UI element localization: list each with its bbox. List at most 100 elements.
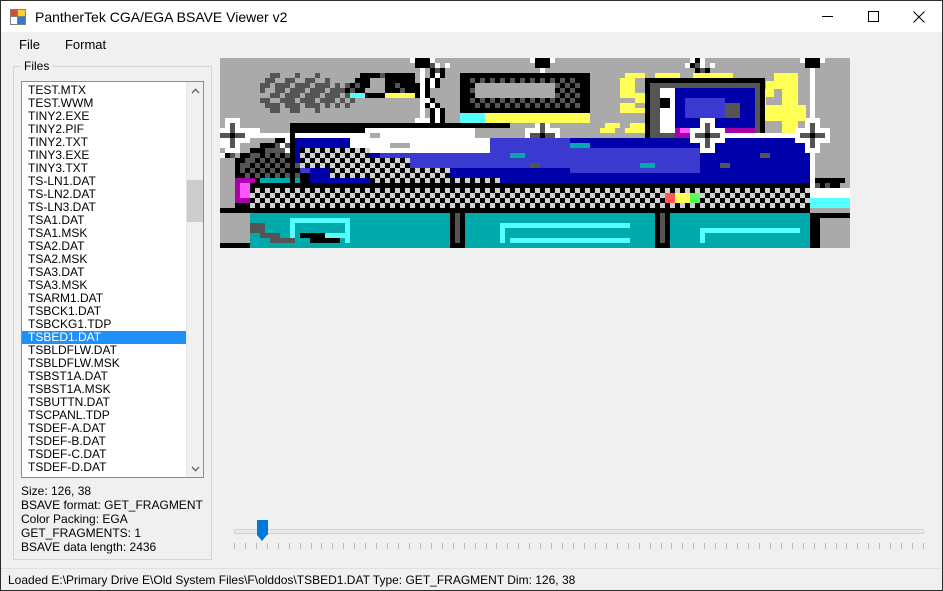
scroll-down-button[interactable] bbox=[187, 460, 203, 477]
trackbar-tick bbox=[595, 543, 596, 549]
trackbar-tick bbox=[431, 543, 432, 549]
info-color-packing: Color Packing: EGA bbox=[21, 512, 128, 526]
trackbar-tick bbox=[671, 543, 672, 549]
chevron-down-icon bbox=[191, 466, 200, 472]
trackbar-tick bbox=[496, 543, 497, 549]
trackbar-tick bbox=[453, 543, 454, 549]
trackbar-tick bbox=[234, 543, 235, 549]
trackbar-tick bbox=[256, 543, 257, 549]
trackbar-tick bbox=[803, 543, 804, 549]
close-icon bbox=[913, 10, 925, 23]
trackbar-tick bbox=[682, 543, 683, 549]
trackbar-tick bbox=[825, 543, 826, 549]
trackbar-tick bbox=[573, 543, 574, 549]
minimize-button[interactable] bbox=[804, 1, 850, 32]
status-bar: Loaded E:\Primary Drive E\Old System Fil… bbox=[1, 568, 942, 590]
trackbar-tick bbox=[726, 543, 727, 549]
trackbar-tick bbox=[332, 543, 333, 549]
file-info-panel: Size: 126, 38 BSAVE format: GET_FRAGMENT… bbox=[21, 484, 204, 554]
trackbar-tick bbox=[354, 543, 355, 549]
trackbar-tick bbox=[486, 543, 487, 549]
trackbar-tick bbox=[879, 543, 880, 549]
trackbar-tick bbox=[245, 543, 246, 549]
menu-item-file[interactable]: File bbox=[9, 34, 50, 55]
trackbar-tick bbox=[715, 543, 716, 549]
trackbar-tick bbox=[518, 543, 519, 549]
scrollbar-thumb[interactable] bbox=[187, 180, 203, 222]
trackbar-tick bbox=[650, 543, 651, 549]
trackbar-tick bbox=[923, 543, 924, 549]
scroll-up-button[interactable] bbox=[187, 82, 203, 99]
app-window: PantherTek CGA/EGA BSAVE Viewer v2 File … bbox=[0, 0, 943, 591]
maximize-icon bbox=[867, 11, 879, 22]
trackbar-tick bbox=[562, 543, 563, 549]
bsave-image-canvas bbox=[220, 58, 850, 248]
menu-item-format[interactable]: Format bbox=[55, 34, 116, 55]
trackbar-tick bbox=[606, 543, 607, 549]
trackbar-tick bbox=[693, 543, 694, 549]
chevron-up-icon bbox=[191, 87, 200, 93]
menu-bar: File Format bbox=[1, 32, 942, 56]
close-button[interactable] bbox=[896, 1, 942, 32]
trackbar-tick bbox=[857, 543, 858, 549]
trackbar-tick bbox=[551, 543, 552, 549]
trackbar-tick bbox=[770, 543, 771, 549]
trackbar-tick bbox=[868, 543, 869, 549]
trackbar-tick bbox=[311, 543, 312, 549]
trackbar-tick bbox=[464, 543, 465, 549]
info-data-length: BSAVE data length: 2436 bbox=[21, 540, 157, 554]
file-listbox[interactable]: TEST.MTX TEST.WWM TINY2.EXE TINY2.PIF TINY2.… bbox=[21, 81, 204, 478]
trackbar-tick bbox=[475, 543, 476, 549]
list-item[interactable]: TSDEF-D.DAT bbox=[22, 461, 187, 474]
info-get-fragments: GET_FRAGMENTS: 1 bbox=[21, 526, 142, 540]
maximize-button[interactable] bbox=[850, 1, 896, 32]
status-text: Loaded E:\Primary Drive E\Old System Fil… bbox=[8, 572, 576, 587]
trackbar-tick bbox=[289, 543, 290, 549]
trackbar-tick bbox=[409, 543, 410, 549]
trackbar-thumb[interactable] bbox=[257, 520, 268, 542]
trackbar-track[interactable] bbox=[234, 529, 924, 534]
trackbar-tick bbox=[792, 543, 793, 549]
trackbar-tick bbox=[507, 543, 508, 549]
trackbar-tick bbox=[278, 543, 279, 549]
file-listbox-scrollbar[interactable] bbox=[186, 82, 203, 477]
trackbar-tick bbox=[737, 543, 738, 549]
trackbar-tick bbox=[387, 543, 388, 549]
trackbar-tick bbox=[617, 543, 618, 549]
trackbar-tick bbox=[901, 543, 902, 549]
trackbar-tick bbox=[836, 543, 837, 549]
trackbar-tick bbox=[748, 543, 749, 549]
info-bsave-format: BSAVE format: GET_FRAGMENT bbox=[21, 498, 203, 512]
file-listbox-items: TEST.MTX TEST.WWM TINY2.EXE TINY2.PIF TINY2.… bbox=[22, 82, 187, 477]
trackbar-tick bbox=[343, 543, 344, 549]
trackbar-tick bbox=[661, 543, 662, 549]
files-group-box: Files TEST.MTX TEST.WWM TINY2.EXE TINY2.PIF… bbox=[13, 59, 212, 560]
files-group-label: Files bbox=[21, 59, 53, 73]
trackbar-tick bbox=[759, 543, 760, 549]
trackbar-tick bbox=[365, 543, 366, 549]
trackbar-tick bbox=[781, 543, 782, 549]
trackbar-ticks bbox=[234, 543, 924, 550]
trackbar-tick bbox=[584, 543, 585, 549]
zoom-trackbar[interactable] bbox=[229, 506, 929, 551]
trackbar-tick bbox=[267, 543, 268, 549]
trackbar-tick bbox=[639, 543, 640, 549]
app-window-icon bbox=[10, 8, 26, 25]
trackbar-tick bbox=[420, 543, 421, 549]
trackbar-tick bbox=[814, 543, 815, 549]
trackbar-tick bbox=[300, 543, 301, 549]
trackbar-tick bbox=[376, 543, 377, 549]
trackbar-tick bbox=[912, 543, 913, 549]
trackbar-tick bbox=[529, 543, 530, 549]
trackbar-tick bbox=[398, 543, 399, 549]
trackbar-tick bbox=[890, 543, 891, 549]
trackbar-tick bbox=[442, 543, 443, 549]
image-viewer-panel[interactable] bbox=[220, 58, 936, 498]
trackbar-tick bbox=[540, 543, 541, 549]
info-size: Size: 126, 38 bbox=[21, 484, 92, 498]
trackbar-tick bbox=[846, 543, 847, 549]
trackbar-tick bbox=[704, 543, 705, 549]
trackbar-tick bbox=[628, 543, 629, 549]
title-bar: PantherTek CGA/EGA BSAVE Viewer v2 bbox=[1, 1, 942, 32]
window-controls bbox=[804, 1, 942, 32]
